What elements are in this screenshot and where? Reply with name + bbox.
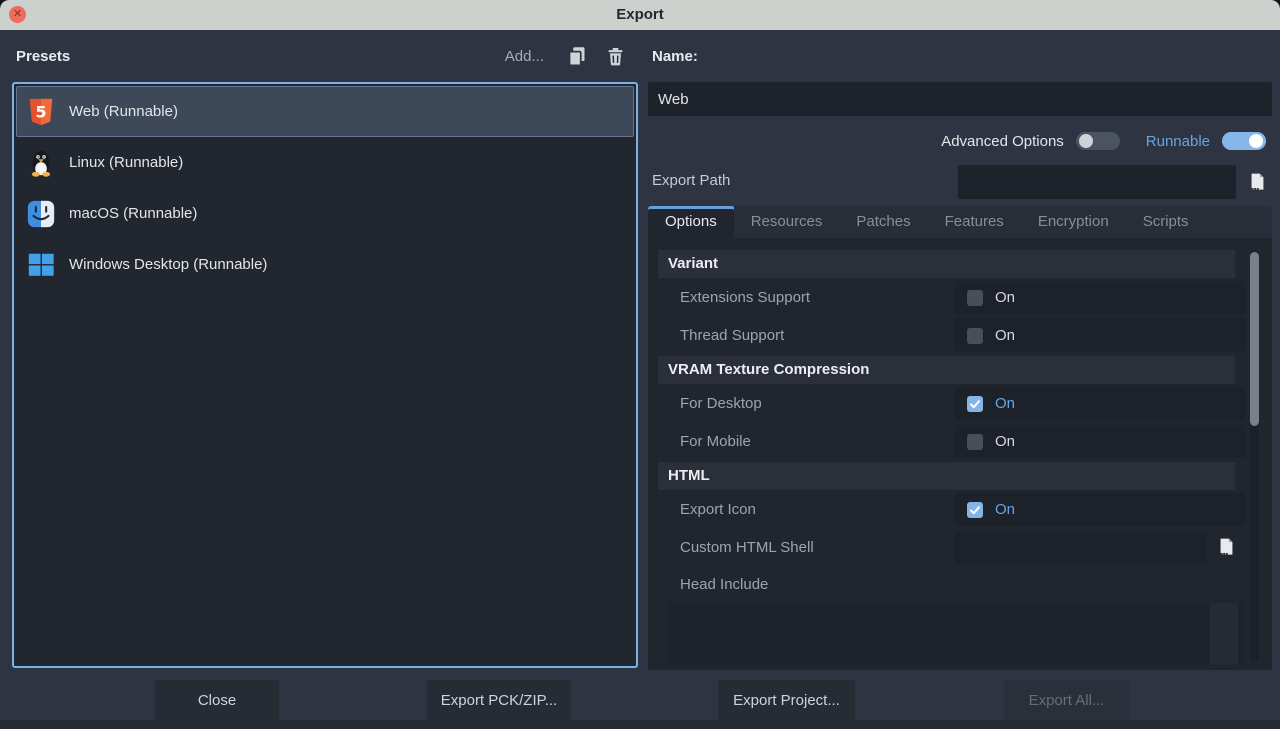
advanced-options-toggle[interactable] (1076, 132, 1120, 150)
export-pck-zip-button[interactable]: Export PCK/ZIP... (427, 680, 571, 720)
option-editor: On (955, 281, 1245, 314)
custom-html-shell-browse-button[interactable] (1211, 533, 1241, 563)
option-label: Thread Support (658, 327, 955, 344)
toggle-knob (1249, 134, 1263, 148)
presets-title: Presets (16, 48, 70, 65)
preset-item-label: Web (Runnable) (69, 103, 178, 120)
tab-features[interactable]: Features (928, 206, 1021, 238)
export-all-button: Export All... (1004, 680, 1129, 720)
checkbox-value-label: On (995, 395, 1015, 412)
delete-preset-button[interactable] (604, 45, 626, 67)
option-editor: On (955, 319, 1245, 352)
option-row-custom-html-shell: Custom HTML Shell (658, 530, 1245, 565)
linux-icon (26, 148, 56, 178)
preset-item-windows[interactable]: Windows Desktop (Runnable) (16, 239, 634, 290)
export-dialog: ✕ Export Presets Add... (0, 0, 1280, 729)
svg-text:5: 5 (35, 102, 46, 121)
checkbox-unchecked[interactable] (967, 290, 983, 306)
advanced-options-label: Advanced Options (941, 133, 1064, 150)
duplicate-preset-button[interactable] (566, 45, 588, 67)
option-row-for-mobile: For Mobile On (658, 424, 1245, 459)
option-row-head-include: Head Include (658, 568, 1245, 600)
export-project-button[interactable]: Export Project... (718, 680, 855, 720)
macos-icon (26, 199, 56, 229)
checkbox-value-label: On (995, 501, 1015, 518)
option-row-export-icon: Export Icon On (658, 492, 1245, 527)
tab-encryption[interactable]: Encryption (1021, 206, 1126, 238)
runnable-label: Runnable (1146, 133, 1210, 150)
checkbox-value-label: On (995, 433, 1015, 450)
option-label: For Desktop (658, 395, 955, 412)
add-preset-button[interactable]: Add... (505, 48, 544, 65)
option-label: Extensions Support (658, 289, 955, 306)
file-icon (1217, 538, 1236, 557)
head-include-editor (668, 603, 1244, 665)
window-title: Export (0, 0, 1280, 30)
checkbox-value-label: On (995, 289, 1015, 306)
close-button[interactable]: Close (155, 680, 279, 720)
checkbox-unchecked[interactable] (967, 434, 983, 450)
tab-options[interactable]: Options (648, 206, 734, 238)
head-include-textarea[interactable] (668, 603, 1244, 665)
option-editor (955, 531, 1245, 564)
toggles-row: Advanced Options Runnable (648, 125, 1272, 157)
option-label: For Mobile (658, 433, 955, 450)
preset-item-linux[interactable]: Linux (Runnable) (16, 137, 634, 188)
html5-icon: 5 (26, 97, 56, 127)
tab-scripts[interactable]: Scripts (1126, 206, 1206, 238)
details-tabbar: Options Resources Patches Features Encry… (648, 206, 1272, 238)
presets-header-row: Presets Add... (12, 30, 638, 82)
option-label: Custom HTML Shell (658, 539, 955, 556)
presets-pane: Presets Add... (12, 30, 638, 668)
runnable-toggle[interactable] (1222, 132, 1266, 150)
section-header-html: HTML (658, 462, 1235, 490)
name-label: Name: (652, 48, 698, 65)
tab-resources[interactable]: Resources (734, 206, 840, 238)
section-header-variant: Variant (658, 250, 1235, 278)
windows-icon (26, 250, 56, 280)
checkbox-checked[interactable] (967, 396, 983, 412)
export-path-input[interactable] (958, 165, 1236, 199)
name-header-row: Name: (648, 30, 1272, 82)
trash-icon (606, 47, 625, 66)
title-bar: ✕ Export (0, 0, 1280, 30)
checkbox-checked[interactable] (967, 502, 983, 518)
preset-item-label: Windows Desktop (Runnable) (69, 256, 267, 273)
file-icon (1248, 173, 1267, 192)
option-row-extensions-support: Extensions Support On (658, 280, 1245, 315)
window-bottom-edge (0, 720, 1280, 729)
option-label: Head Include (658, 576, 955, 593)
copy-icon (567, 46, 587, 66)
section-header-vram: VRAM Texture Compression (658, 356, 1235, 384)
preset-item-label: macOS (Runnable) (69, 205, 197, 222)
option-row-thread-support: Thread Support On (658, 318, 1245, 353)
option-row-for-desktop: For Desktop On (658, 386, 1245, 421)
option-editor: On (955, 425, 1245, 458)
checkbox-value-label: On (995, 327, 1015, 344)
custom-html-shell-input[interactable] (955, 533, 1207, 563)
tab-patches[interactable]: Patches (839, 206, 927, 238)
preset-details-pane: Name: Advanced Options Runnable Export P… (648, 30, 1272, 670)
preset-item-macos[interactable]: macOS (Runnable) (16, 188, 634, 239)
option-editor: On (955, 387, 1245, 420)
preset-item-label: Linux (Runnable) (69, 154, 183, 171)
export-path-label: Export Path (652, 172, 730, 189)
option-label: Export Icon (658, 501, 955, 518)
options-panel: Variant Extensions Support On Thread Sup… (648, 238, 1272, 670)
toggle-knob (1079, 134, 1093, 148)
preset-list: 5 Web (Runnable) (12, 82, 638, 668)
export-path-browse-button[interactable] (1242, 167, 1272, 197)
name-input[interactable] (648, 82, 1272, 116)
option-editor: On (955, 493, 1245, 526)
preset-item-web[interactable]: 5 Web (Runnable) (16, 86, 634, 137)
options-scrollbar-thumb[interactable] (1250, 252, 1259, 426)
export-path-row: Export Path (648, 163, 1272, 201)
checkbox-unchecked[interactable] (967, 328, 983, 344)
